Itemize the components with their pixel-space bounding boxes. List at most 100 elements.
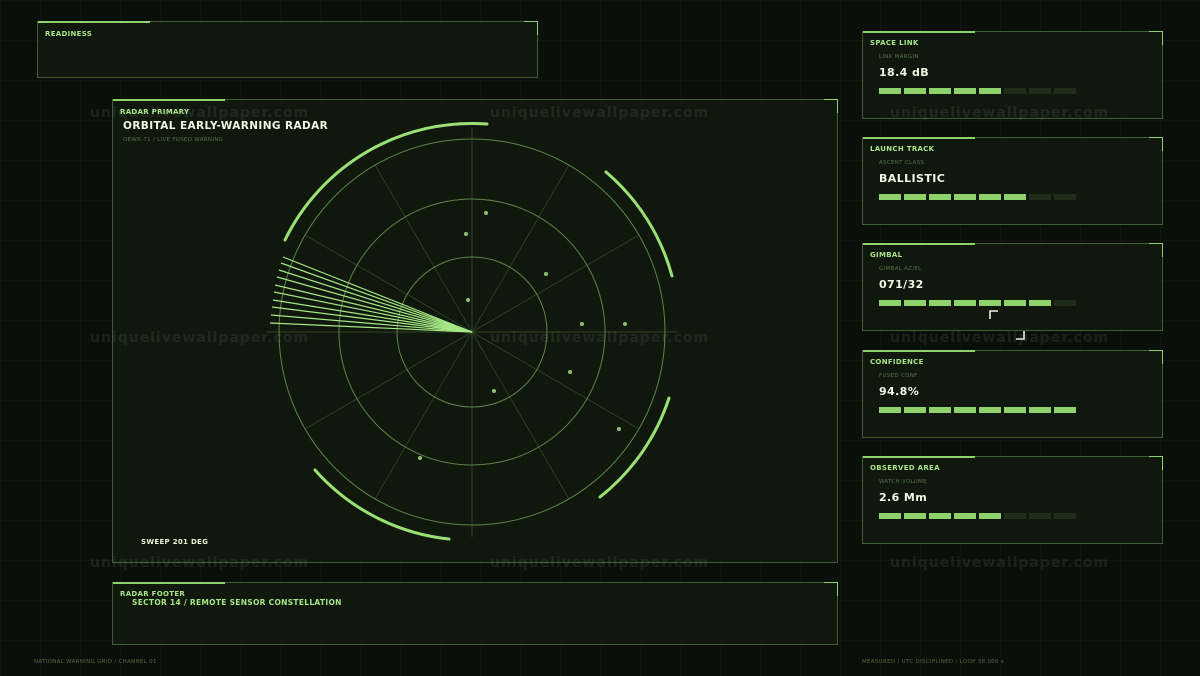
watch-volume-value: 2.6 Mm: [879, 491, 928, 504]
gimbal-azel-label: GIMBAL AZ/EL: [879, 266, 922, 272]
level-segment: [979, 194, 1001, 200]
level-segment: [954, 407, 976, 413]
watch-volume-bar: [879, 513, 1076, 519]
fused-conf-bar: [879, 407, 1076, 413]
level-segment: [879, 513, 901, 519]
level-segment: [929, 194, 951, 200]
level-segment: [879, 194, 901, 200]
radar-footer-panel: RADAR FOOTER SECTOR 14 / REMOTE SENSOR C…: [112, 582, 838, 645]
outer-arc: [598, 396, 671, 499]
contact-blip: [466, 298, 470, 302]
level-segment: [1029, 513, 1051, 519]
sweep-fan: [269, 256, 473, 333]
readiness-label: READINESS: [45, 30, 93, 38]
level-segment: [904, 88, 926, 94]
level-segment: [1029, 300, 1051, 306]
status-left: NATIONAL WARNING GRID / CHANNEL 01: [34, 659, 157, 665]
watermark: uniquelivewallpaper.com: [90, 555, 310, 571]
ascent-class-label: ASCENT CLASS: [879, 160, 925, 166]
panel-accent-line: [863, 456, 975, 458]
confidence-label: CONFIDENCE: [870, 358, 924, 366]
level-segment: [1054, 513, 1076, 519]
panel-corner-notch: [1149, 243, 1163, 257]
level-segment: [1004, 407, 1026, 413]
launch-track-label: LAUNCH TRACK: [870, 145, 935, 153]
contact-blip: [464, 232, 468, 236]
panel-accent-line: [863, 243, 975, 245]
watermark: uniquelivewallpaper.com: [890, 555, 1110, 571]
confidence-panel: CONFIDENCE FUSED CONF 94.8%: [862, 350, 1163, 438]
level-segment: [1054, 300, 1076, 306]
level-segment: [879, 407, 901, 413]
observed-area-label: OBSERVED AREA: [870, 464, 940, 472]
panel-corner-notch: [1149, 31, 1163, 45]
level-segment: [954, 513, 976, 519]
contact-blip: [484, 211, 488, 215]
level-segment: [929, 88, 951, 94]
level-segment: [904, 194, 926, 200]
level-segment: [1054, 407, 1076, 413]
level-segment: [904, 407, 926, 413]
outer-arc: [604, 170, 674, 278]
level-segment: [979, 513, 1001, 519]
level-segment: [1004, 194, 1026, 200]
ascent-class-bar: [879, 194, 1076, 200]
radar-footer-text: SECTOR 14 / REMOTE SENSOR CONSTELLATION: [132, 598, 342, 607]
panel-accent-line: [863, 137, 975, 139]
panel-corner-notch: [524, 21, 538, 35]
level-segment: [1029, 194, 1051, 200]
fused-conf-value: 94.8%: [879, 385, 920, 398]
contact-blip: [568, 370, 572, 374]
gimbal-label: GIMBAL: [870, 251, 903, 259]
panel-accent-line: [113, 582, 225, 584]
level-segment: [1004, 88, 1026, 94]
watermark: uniquelivewallpaper.com: [90, 105, 310, 121]
level-segment: [879, 300, 901, 306]
contact-blip: [623, 322, 627, 326]
launch-track-panel: LAUNCH TRACK ASCENT CLASS BALLISTIC: [862, 137, 1163, 225]
panel-corner-notch: [824, 582, 838, 596]
gimbal-panel: GIMBAL GIMBAL AZ/EL 071/32: [862, 243, 1163, 340]
status-right: MEASURED / UTC DISCIPLINED / LOOP 38.000…: [862, 659, 1005, 665]
watermark: uniquelivewallpaper.com: [890, 330, 1110, 346]
level-segment: [979, 300, 1001, 306]
panel-accent-line: [863, 31, 975, 33]
level-segment: [929, 300, 951, 306]
panel-corner-notch: [1149, 456, 1163, 470]
level-segment: [929, 407, 951, 413]
gimbal-azel-value: 071/32: [879, 278, 924, 291]
level-segment: [1054, 88, 1076, 94]
level-segment: [1054, 194, 1076, 200]
level-segment: [954, 194, 976, 200]
panel-corner-notch: [1149, 350, 1163, 364]
level-segment: [904, 300, 926, 306]
fused-conf-label: FUSED CONF: [879, 373, 918, 379]
level-segment: [1004, 300, 1026, 306]
level-segment: [954, 300, 976, 306]
level-segment: [879, 88, 901, 94]
level-segment: [954, 88, 976, 94]
link-margin-value: 18.4 dB: [879, 66, 930, 79]
watermark: uniquelivewallpaper.com: [890, 105, 1110, 121]
panel-accent-line: [38, 21, 150, 23]
watermark: uniquelivewallpaper.com: [490, 555, 710, 571]
outer-arc: [283, 121, 489, 242]
contact-blip: [418, 456, 422, 460]
level-segment: [979, 407, 1001, 413]
space-link-label: SPACE LINK: [870, 39, 919, 47]
level-segment: [929, 513, 951, 519]
radar-footer-label: RADAR FOOTER: [120, 590, 186, 598]
gimbal-bar: [879, 300, 1076, 306]
watermark: uniquelivewallpaper.com: [490, 330, 710, 346]
contact-blip: [492, 389, 496, 393]
watch-volume-label: WATCH VOLUME: [879, 479, 927, 485]
link-margin-label: LINK MARGIN: [879, 54, 919, 60]
link-margin-bar: [879, 88, 1076, 94]
outer-arc: [313, 468, 451, 541]
readiness-panel: READINESS: [37, 21, 538, 78]
level-segment: [1029, 88, 1051, 94]
observed-area-panel: OBSERVED AREA WATCH VOLUME 2.6 Mm: [862, 456, 1163, 544]
level-segment: [904, 513, 926, 519]
watermark: uniquelivewallpaper.com: [490, 105, 710, 121]
contact-blip: [617, 427, 621, 431]
